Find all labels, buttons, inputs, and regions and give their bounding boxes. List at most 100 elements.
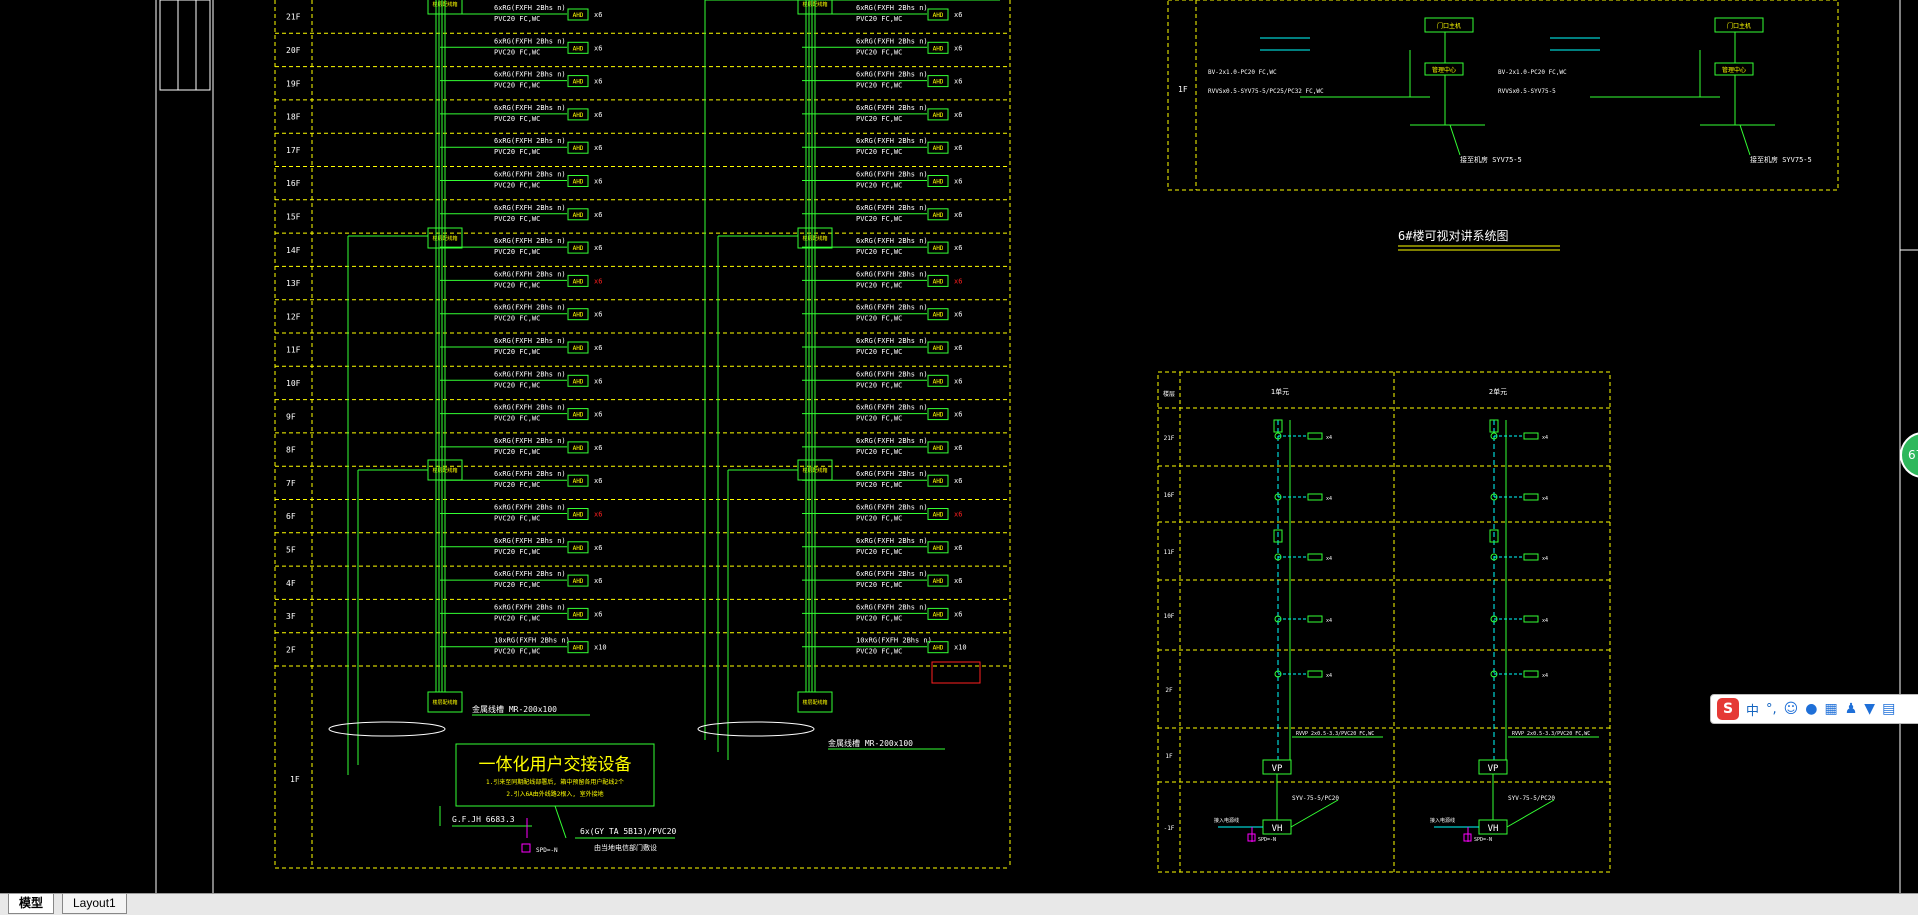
cable-spec-label: 6xRG(FXFH 2Bhs n) — [494, 71, 566, 79]
tab-model[interactable]: 模型 — [8, 894, 55, 914]
ime-toolbar[interactable]: S 中 °, ☺ ● ▦ ♟ ▼ ▤ — [1710, 694, 1918, 724]
cable-spec-label: 6xRG(FXFH 2Bhs n) — [856, 337, 928, 345]
cable-conduit-label: PVC20 FC,WC — [494, 215, 540, 223]
cable-spec-label: 6xRG(FXFH 2Bhs n) — [494, 104, 566, 112]
ahd-box-label: AHD — [933, 345, 944, 352]
emoji-icon[interactable]: ☺ — [1784, 701, 1799, 717]
unit-count-label: x6 — [954, 511, 962, 519]
spd-label: SPD=-N — [1474, 837, 1492, 843]
ahd-box-label: AHD — [573, 578, 584, 585]
ahd-box-label: AHD — [573, 312, 584, 319]
cable-conduit-label: PVC20 FC,WC — [494, 182, 540, 190]
spd-box — [521, 843, 531, 853]
intercom-unit-tag: x4 — [1326, 496, 1332, 502]
sogou-logo-icon[interactable]: S — [1717, 698, 1739, 720]
ahd-box-label: AHD — [933, 245, 944, 252]
ahd-box-label: AHD — [573, 478, 584, 485]
ahd-box-label: AHD — [573, 278, 584, 285]
ahd-box-label: AHD — [933, 412, 944, 419]
unit-count-label: x10 — [954, 644, 967, 652]
vp-label: VP — [1272, 764, 1283, 774]
cable-spec-label: 6xRG(FXFH 2Bhs n) — [494, 237, 566, 245]
ahd-box-label: AHD — [933, 378, 944, 385]
microphone-icon[interactable]: ● — [1805, 701, 1817, 717]
spd-label: SPD=-N — [536, 847, 558, 854]
floor-label: 7F — [286, 479, 296, 488]
cable-spec-label: 6xRG(FXFH 2Bhs n) — [494, 404, 566, 412]
unit-count-label: x6 — [594, 277, 602, 285]
vh-label: VH — [1272, 824, 1283, 834]
cable-conduit-label: PVC20 FC,WC — [856, 348, 902, 356]
floor-label: 10F — [286, 379, 301, 388]
unit-count-label: x10 — [594, 644, 607, 652]
ahd-box-label: AHD — [573, 79, 584, 86]
skin-icon[interactable]: ▼ — [1864, 701, 1875, 717]
keyboard-icon[interactable]: ▦ — [1824, 701, 1837, 717]
ahd-box-label: AHD — [573, 212, 584, 219]
cable-spec-label: 6xRG(FXFH 2Bhs n) — [856, 537, 928, 545]
unit-count-label: x6 — [954, 577, 962, 585]
intercom-cable-label: BV-2x1.0-PC20 FC,WC — [1208, 69, 1277, 76]
intercom-unit-tag: x4 — [1326, 556, 1332, 562]
cable-spec-label: 10xRG(FXFH 2Bhs n) — [494, 637, 570, 645]
unit-count-label: x6 — [594, 411, 602, 419]
intercom-bottom-text: 接至机房 SYV75-5 — [1460, 155, 1522, 164]
intercom-unit-tag: x4 — [1542, 673, 1548, 679]
ahd-box-label: AHD — [573, 345, 584, 352]
vh-cable-label: SYV-75-5/PC20 — [1508, 795, 1555, 802]
tab-layout1-label: Layout1 — [73, 896, 116, 910]
ahd-box-label: AHD — [573, 12, 584, 19]
unit-count-label: x6 — [954, 244, 962, 252]
floor-label: 13F — [286, 279, 301, 288]
cable-spec-label: 6xRG(FXFH 2Bhs n) — [494, 437, 566, 445]
badge-count: 67 — [1908, 448, 1918, 462]
intercom-box-label: 管理中心 — [1722, 66, 1746, 74]
ahd-box-label: AHD — [933, 179, 944, 186]
unit-count-label: x6 — [594, 311, 602, 319]
unit-count-label: x6 — [594, 544, 602, 552]
user-icon[interactable]: ♟ — [1845, 701, 1858, 717]
intercom-floor-header: 楼层 — [1163, 390, 1175, 398]
cable-conduit-label: PVC20 FC,WC — [494, 648, 540, 656]
intercom-terminal — [1523, 553, 1539, 561]
cable-spec-label: 6xRG(FXFH 2Bhs n) — [856, 104, 928, 112]
intercom-box-label: 管理中心 — [1432, 66, 1456, 74]
ime-mode-label[interactable]: 中 — [1746, 700, 1759, 719]
unit-count-label: x6 — [594, 78, 602, 86]
cable-spec-label: 6xRG(FXFH 2Bhs n) — [856, 603, 928, 611]
ime-punct-label[interactable]: °, — [1766, 702, 1777, 717]
tab-layout1[interactable]: Layout1 — [62, 894, 127, 914]
unit-count-label: x6 — [594, 111, 602, 119]
vh-label: VH — [1488, 824, 1499, 834]
floor-label: 11F — [286, 346, 301, 355]
intercom-row-label: 1F — [1165, 753, 1173, 760]
intercom-box-label: 门口主机 — [1727, 22, 1751, 30]
layout-tab-bar: 模型 Layout1 — [0, 893, 1918, 915]
unit-count-label: x6 — [954, 44, 962, 52]
cable-conduit-label: PVC20 FC,WC — [856, 182, 902, 190]
unit-count-label: x6 — [594, 477, 602, 485]
trunk-label-left: 金属线槽 MR-200x100 — [472, 704, 557, 714]
unit-count-label: x6 — [954, 544, 962, 552]
unit-count-label: x6 — [954, 277, 962, 285]
cable-conduit-label: PVC20 FC,WC — [856, 548, 902, 556]
cad-drawing-canvas[interactable]: 21F 6xRG(FXFH 2Bhs n) PVC20 FC,WC AHD x6 6xRG… — [0, 0, 1918, 893]
cable-spec-label: 6xRG(FXFH 2Bhs n) — [856, 437, 928, 445]
unit-count-label: x6 — [594, 144, 602, 152]
cad-drawing[interactable]: 21F 6xRG(FXFH 2Bhs n) PVC20 FC,WC AHD x6 6xRG… — [0, 0, 1918, 893]
intercom-row-label: 11F — [1164, 549, 1175, 556]
cable-spec-label: 6xRG(FXFH 2Bhs n) — [494, 137, 566, 145]
cable-spec-label: 6xRG(FXFH 2Bhs n) — [494, 504, 566, 512]
unit-count-label: x6 — [954, 178, 962, 186]
floor-label: 1F — [1178, 85, 1188, 94]
intercom-terminal — [1307, 432, 1323, 440]
floor-label: 15F — [286, 212, 301, 221]
toolbox-icon[interactable]: ▤ — [1882, 701, 1895, 717]
intercom-cable-label: BV-2x1.0-PC20 FC,WC — [1498, 69, 1567, 76]
intercom-unit-tag: x4 — [1542, 435, 1548, 441]
intercom-terminal — [1523, 615, 1539, 623]
tab-model-label: 模型 — [19, 896, 44, 910]
unit-count-label: x6 — [594, 511, 602, 519]
cable-spec-label: 6xRG(FXFH 2Bhs n) — [494, 570, 566, 578]
cable-conduit-label: PVC20 FC,WC — [856, 581, 902, 589]
